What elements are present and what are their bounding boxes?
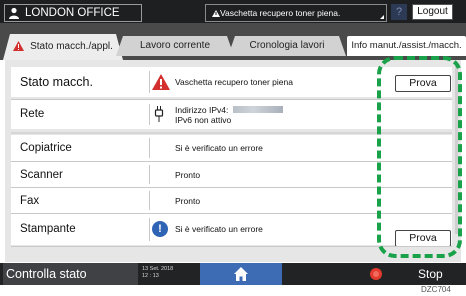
ipv6-status: IPv6 non attivo (175, 115, 232, 125)
alert-message-box[interactable]: Vaschetta recupero toner piena. (205, 4, 387, 22)
energy-saver-icon[interactable] (455, 4, 466, 20)
time: 12 : 13 (142, 273, 159, 279)
tab-current-job[interactable]: Lavoro corrente (116, 36, 234, 56)
row-value: Pronto (175, 170, 201, 180)
check-status-button[interactable]: Controlla stato (3, 263, 138, 285)
help-button[interactable]: ? (391, 4, 407, 20)
row-label: Rete (20, 108, 45, 120)
user-icon (9, 7, 19, 19)
stop-icon[interactable] (370, 268, 382, 280)
figure-code: DZC704 (421, 285, 451, 294)
network-plug-icon (154, 106, 164, 122)
column-divider (149, 218, 150, 241)
row-label: Stato macch. (20, 75, 93, 89)
row-value: Si è verificato un errore (175, 224, 263, 234)
tab-maintenance-info[interactable]: Info manut./assist./macch. (347, 36, 466, 56)
column-divider (149, 104, 150, 125)
row-label: Stampante (20, 223, 76, 235)
warning-icon (13, 41, 24, 51)
top-bar: LONDON OFFICE Vaschetta recupero toner p… (0, 0, 466, 23)
logout-button[interactable]: Logout (412, 4, 453, 20)
device-name-box: LONDON OFFICE (4, 4, 142, 22)
expand-corner-icon (380, 15, 384, 19)
column-divider (149, 165, 150, 184)
warning-icon (152, 74, 170, 90)
row-label: Scanner (20, 169, 63, 181)
row-label: Fax (20, 195, 40, 207)
stop-button[interactable]: Stop (418, 267, 443, 281)
alert-message: Vaschetta recupero toner piena. (220, 8, 341, 18)
ipv4-label: Indirizzo IPv4: (175, 105, 229, 115)
row-value: Pronto (175, 196, 201, 206)
column-divider (149, 191, 150, 210)
row-label: Copiatrice (20, 142, 72, 154)
tab-label: Lavoro corrente (139, 40, 211, 51)
home-icon (234, 267, 248, 281)
date-time: 13 Set. 2018 12 : 13 (142, 266, 173, 280)
home-button[interactable] (200, 263, 282, 285)
tab-machine-status[interactable]: Stato macch./appl. (3, 34, 123, 60)
column-divider (149, 71, 150, 93)
tab-label: Info manut./assist./macch. (351, 40, 462, 51)
device-name: LONDON OFFICE (25, 7, 120, 19)
ip-address-redacted (233, 106, 283, 113)
row-value: Vaschetta recupero toner piena (175, 77, 293, 87)
tab-job-history[interactable]: Cronologia lavori (228, 36, 346, 56)
stop-icon-inner (373, 271, 379, 277)
column-divider (149, 138, 150, 158)
info-icon: ! (152, 221, 168, 237)
highlight-frame (377, 56, 462, 258)
tab-label: Stato macch./appl. (30, 41, 113, 52)
date: 13 Set. 2018 (142, 266, 174, 272)
alert-icon (212, 10, 220, 17)
row-value: Si è verificato un errore (175, 143, 263, 153)
tab-label: Cronologia lavori (249, 40, 325, 51)
bottom-bar: Controlla stato 13 Set. 2018 12 : 13 Sto… (0, 263, 466, 285)
